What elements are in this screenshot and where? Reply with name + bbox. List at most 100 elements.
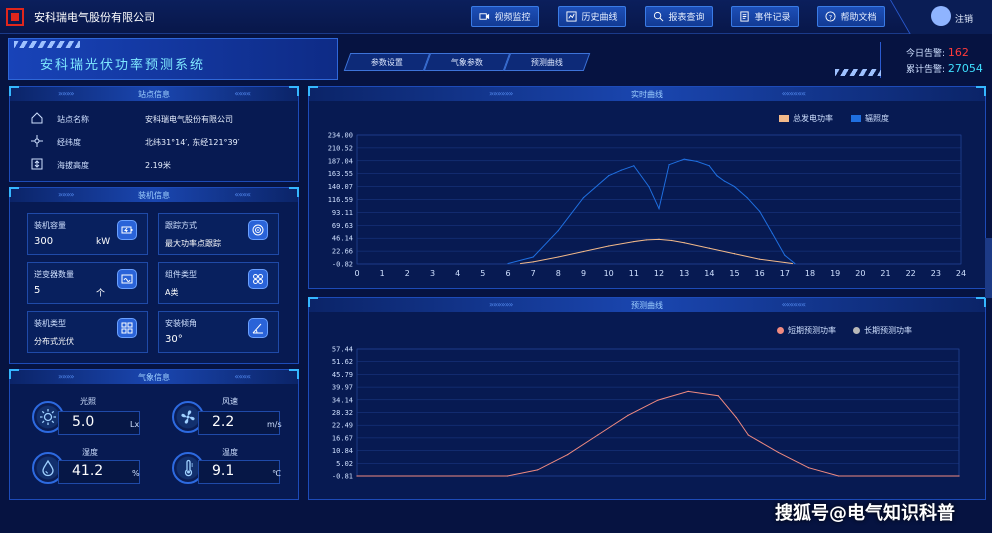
x-tick-label: 18 xyxy=(805,269,815,278)
data-point xyxy=(759,258,761,260)
corner-decoration xyxy=(289,369,299,379)
data-point xyxy=(794,262,796,265)
x-tick-label: 19 xyxy=(830,269,840,278)
battery-icon xyxy=(117,220,137,240)
total-alerts: 累计告警: 27054 xyxy=(906,62,983,75)
x-tick-label: 6 xyxy=(505,269,510,278)
data-point xyxy=(608,175,610,177)
data-point xyxy=(807,467,810,469)
tab-parameter-settings[interactable]: 参数设置 xyxy=(343,53,431,71)
data-point xyxy=(633,240,635,243)
data-point xyxy=(658,208,660,210)
company-name: 安科瑞电气股份有限公司 xyxy=(34,11,155,24)
video-icon xyxy=(479,13,490,20)
site-info-panel: »»»» 站点信息 «««« 站点名称 安科瑞电气股份有限公司 经纬度 北纬31… xyxy=(9,86,299,182)
data-point xyxy=(708,165,710,167)
y-tick-label: -0.81 xyxy=(332,473,353,481)
tab-weather-parameters[interactable]: 气象参数 xyxy=(423,53,511,71)
x-tick-label: 16 xyxy=(755,269,765,278)
nav-video-monitor-label: 视频监控 xyxy=(494,13,531,23)
tab-parameter-settings-label: 参数设置 xyxy=(371,57,403,67)
data-point xyxy=(717,395,719,397)
layout-icon xyxy=(117,318,137,338)
data-point xyxy=(519,262,522,265)
y-tick-label: 45.79 xyxy=(332,371,353,379)
nav-help-docs-button[interactable]: ? 帮助文档 xyxy=(817,6,885,27)
total-alerts-value: 27054 xyxy=(947,62,983,75)
banner-stripes-decoration xyxy=(14,41,80,48)
corner-decoration xyxy=(289,86,299,96)
data-point xyxy=(557,229,559,232)
tilt-angle-title: 安装倾角 xyxy=(165,319,197,328)
nav-history-curve-button[interactable]: 历史曲线 xyxy=(558,6,626,27)
today-alerts-label: 今日告警: xyxy=(906,49,946,59)
light-value-box xyxy=(58,411,140,435)
x-tick-label: 22 xyxy=(906,269,916,278)
module-type-card: 组件类型 A类 xyxy=(158,262,279,304)
y-tick-label: 57.44 xyxy=(332,346,353,354)
left-chevrons-decoration: »»»» xyxy=(58,190,75,199)
temperature-value-box xyxy=(198,460,280,484)
nav-help-docs-label: 帮助文档 xyxy=(840,13,877,23)
x-tick-label: 0 xyxy=(354,269,359,278)
nav-video-monitor-button[interactable]: 视频监控 xyxy=(471,6,539,27)
data-point xyxy=(506,475,509,477)
data-point xyxy=(723,180,726,182)
data-point xyxy=(958,475,960,477)
data-point xyxy=(507,262,509,265)
today-alerts: 今日告警: 162 xyxy=(906,46,969,59)
side-scroll-tab[interactable] xyxy=(985,238,992,298)
data-point xyxy=(747,434,749,436)
data-point xyxy=(645,239,648,241)
irradiance-line xyxy=(507,158,796,264)
light-label: 光照 xyxy=(80,397,96,406)
data-point xyxy=(687,390,689,392)
wind-speed-value: 2.2 xyxy=(212,414,235,430)
install-type-value: 分布式光伏 xyxy=(34,337,74,346)
site-info-header: »»»» 站点信息 «««« xyxy=(10,87,298,101)
temperature-unit: ℃ xyxy=(272,469,281,478)
user-avatar[interactable] xyxy=(931,6,951,26)
install-capacity-value: 300 xyxy=(34,236,54,247)
humidity-unit: % xyxy=(132,469,140,478)
data-point xyxy=(733,186,736,188)
nav-report-query-button[interactable]: 报表查询 xyxy=(645,6,713,27)
data-point xyxy=(597,434,599,436)
x-tick-label: 10 xyxy=(604,269,614,278)
today-alerts-value: 162 xyxy=(947,46,969,59)
location-icon xyxy=(31,135,43,147)
data-point xyxy=(683,242,685,244)
alerts-stripes-decoration xyxy=(835,69,881,76)
x-tick-label: 15 xyxy=(729,269,739,278)
nav-report-query-label: 报表查询 xyxy=(668,13,705,23)
inverter-count-title: 逆变器数量 xyxy=(34,270,74,279)
tab-forecast-curve-label: 预测曲线 xyxy=(531,57,563,67)
home-icon xyxy=(31,112,43,124)
tab-forecast-curve[interactable]: 预测曲线 xyxy=(503,53,591,71)
watermark-text: 搜狐号@电气知识科普 xyxy=(775,503,955,524)
x-tick-label: 17 xyxy=(780,269,790,278)
weather-info-title: 气象信息 xyxy=(138,372,170,382)
data-point xyxy=(648,186,650,188)
forecast-curve-panel: »»»»»» 预测曲线 «««««« 短期预测功率 长期预测功率 57.44 51… xyxy=(308,297,986,500)
y-tick-label: 163.55 xyxy=(328,170,353,178)
data-point xyxy=(658,238,660,240)
left-chevrons-decoration: »»»» xyxy=(58,89,75,98)
nav-event-log-button[interactable]: 事件记录 xyxy=(731,6,799,27)
chart-icon xyxy=(566,11,578,22)
tracking-mode-card: 跟踪方式 最大功率点跟踪 xyxy=(158,213,279,255)
nav-event-log-label: 事件记录 xyxy=(754,13,791,23)
x-tick-label: 8 xyxy=(556,269,561,278)
logout-link[interactable]: 注销 xyxy=(955,12,973,25)
x-tick-label: 12 xyxy=(654,269,664,278)
y-tick-label: 116.59 xyxy=(328,196,353,204)
y-tick-label: 28.32 xyxy=(332,409,353,417)
x-tick-label: 7 xyxy=(531,269,536,278)
x-tick-label: 24 xyxy=(956,269,966,278)
top-bar: 安科瑞电气股份有限公司 视频监控 历史曲线 报表查询 事件记录 ? 帮助文档 注… xyxy=(0,0,992,34)
x-tick-label: 11 xyxy=(629,269,639,278)
install-info-panel: »»»» 装机信息 «««« 装机容量 300 kW 跟踪方式 最大功率点跟踪 … xyxy=(9,187,299,364)
y-tick-label: 210.52 xyxy=(328,144,353,152)
data-point xyxy=(716,175,718,177)
install-type-title: 装机类型 xyxy=(34,319,66,328)
